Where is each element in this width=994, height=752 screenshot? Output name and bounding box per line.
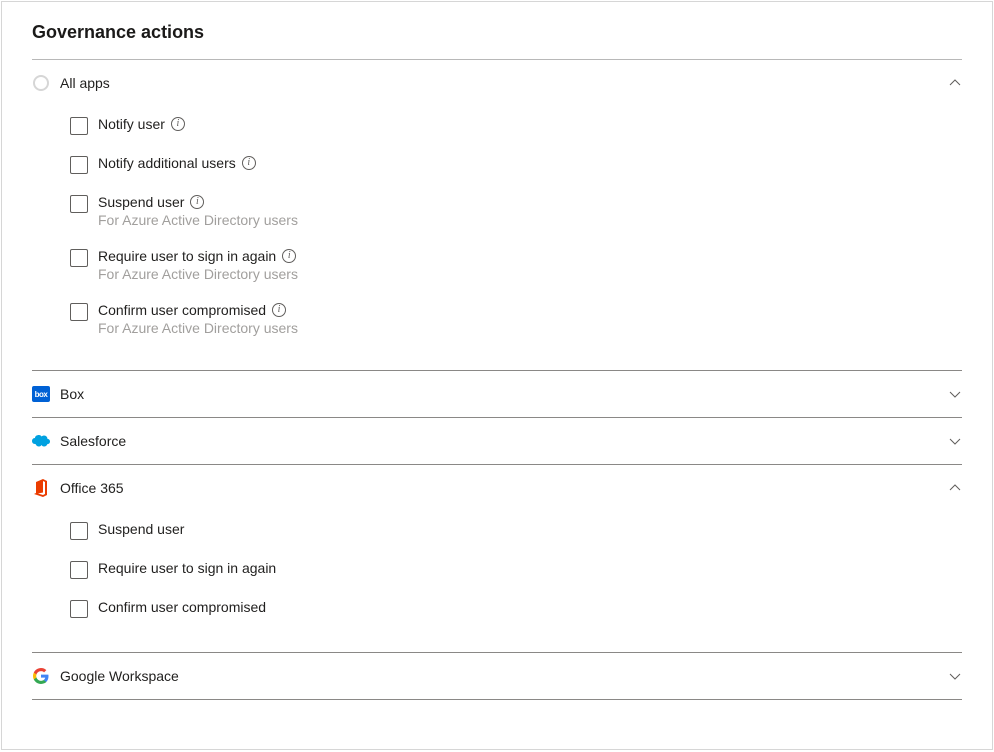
- action-item: Suspend user: [70, 511, 962, 550]
- actions-list-all-apps: Notify user i Notify additional users i: [32, 106, 962, 370]
- action-label: Notify user: [98, 116, 165, 132]
- action-label: Suspend user: [98, 194, 184, 210]
- checkbox-office-suspend-user[interactable]: [70, 522, 88, 540]
- section-all-apps: All apps Notify user i Notify ad: [32, 60, 962, 371]
- info-icon[interactable]: i: [171, 117, 185, 131]
- section-header-box[interactable]: box Box: [32, 371, 962, 417]
- action-label: Require user to sign in again: [98, 248, 276, 264]
- action-item: Confirm user compromised i For Azure Act…: [70, 292, 962, 346]
- section-header-salesforce[interactable]: Salesforce: [32, 418, 962, 464]
- action-label: Require user to sign in again: [98, 560, 276, 576]
- chevron-up-icon: [948, 481, 962, 495]
- all-apps-icon: [32, 74, 50, 92]
- action-item: Require user to sign in again: [70, 550, 962, 589]
- action-sublabel: For Azure Active Directory users: [98, 212, 298, 228]
- action-label: Confirm user compromised: [98, 302, 266, 318]
- box-icon: box: [32, 385, 50, 403]
- google-workspace-icon: [32, 667, 50, 685]
- action-label: Confirm user compromised: [98, 599, 266, 615]
- section-label: All apps: [60, 75, 948, 91]
- info-icon[interactable]: i: [242, 156, 256, 170]
- checkbox-require-sign-in-again[interactable]: [70, 249, 88, 267]
- checkbox-office-require-sign-in[interactable]: [70, 561, 88, 579]
- chevron-up-icon: [948, 76, 962, 90]
- section-salesforce: Salesforce: [32, 418, 962, 465]
- section-google-workspace: Google Workspace: [32, 653, 962, 700]
- action-sublabel: For Azure Active Directory users: [98, 320, 298, 336]
- page-title: Governance actions: [2, 22, 992, 59]
- action-item: Suspend user i For Azure Active Director…: [70, 184, 962, 238]
- action-sublabel: For Azure Active Directory users: [98, 266, 298, 282]
- info-icon[interactable]: i: [190, 195, 204, 209]
- section-office-365: Office 365 Suspend user Require user to …: [32, 465, 962, 653]
- chevron-down-icon: [948, 387, 962, 401]
- section-header-google-workspace[interactable]: Google Workspace: [32, 653, 962, 699]
- actions-list-office-365: Suspend user Require user to sign in aga…: [32, 511, 962, 652]
- action-label: Notify additional users: [98, 155, 236, 171]
- chevron-down-icon: [948, 434, 962, 448]
- checkbox-notify-additional-users[interactable]: [70, 156, 88, 174]
- checkbox-suspend-user[interactable]: [70, 195, 88, 213]
- action-label: Suspend user: [98, 521, 184, 537]
- chevron-down-icon: [948, 669, 962, 683]
- section-label: Office 365: [60, 480, 948, 496]
- section-label: Salesforce: [60, 433, 948, 449]
- section-header-office-365[interactable]: Office 365: [32, 465, 962, 511]
- checkbox-notify-user[interactable]: [70, 117, 88, 135]
- action-item: Require user to sign in again i For Azur…: [70, 238, 962, 292]
- action-item: Notify user i: [70, 106, 962, 145]
- salesforce-icon: [32, 432, 50, 450]
- section-box: box Box: [32, 371, 962, 418]
- info-icon[interactable]: i: [272, 303, 286, 317]
- section-label: Google Workspace: [60, 668, 948, 684]
- action-item: Notify additional users i: [70, 145, 962, 184]
- section-label: Box: [60, 386, 948, 402]
- action-item: Confirm user compromised: [70, 589, 962, 628]
- info-icon[interactable]: i: [282, 249, 296, 263]
- office-365-icon: [32, 479, 50, 497]
- checkbox-confirm-compromised[interactable]: [70, 303, 88, 321]
- checkbox-office-confirm-compromised[interactable]: [70, 600, 88, 618]
- section-header-all-apps[interactable]: All apps: [32, 60, 962, 106]
